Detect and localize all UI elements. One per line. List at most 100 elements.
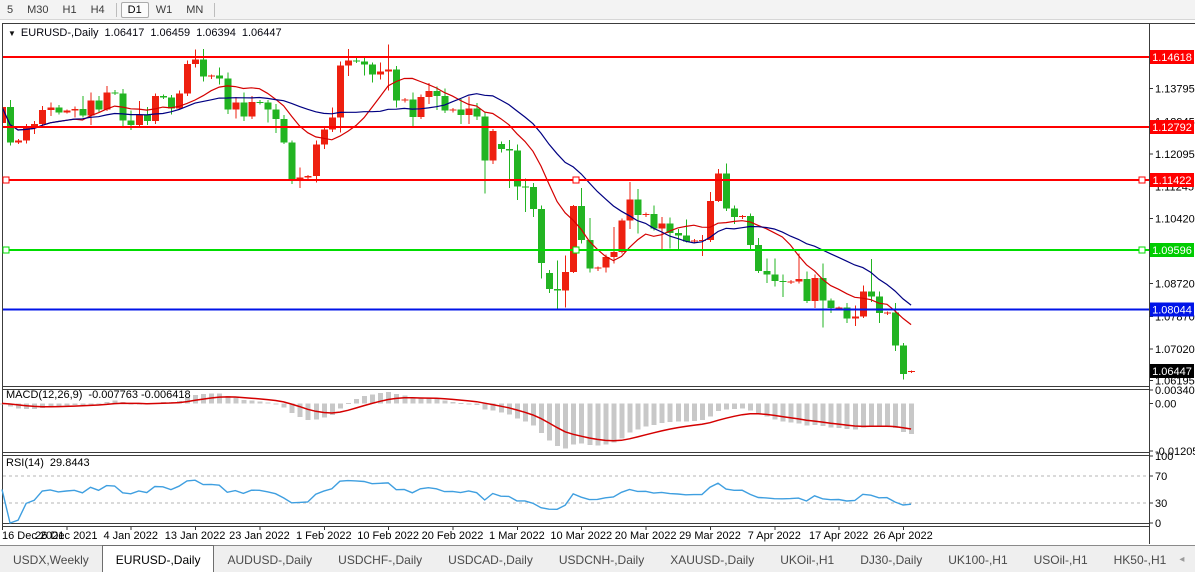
tab-dj30-daily[interactable]: DJ30-,Daily [847,546,935,572]
macd-bar [467,403,472,404]
candle-down [482,117,489,161]
candle-up [602,257,609,267]
candle-down [747,216,754,245]
candle-down [876,297,883,314]
candle-down [55,108,62,113]
macd-bar [354,399,359,404]
candle-up [643,214,650,215]
period-button-W1[interactable]: W1 [149,3,180,17]
macd-bar [56,403,61,406]
ohlc-low: 1.06394 [196,27,236,39]
macd-bar [772,403,777,419]
price-badge-label: 1.14618 [1152,52,1192,64]
level-handle[interactable] [573,177,579,183]
period-button-MN[interactable]: MN [179,3,210,17]
candle-down [522,186,529,187]
candle-up [377,72,384,75]
tab-usdcnh-daily[interactable]: USDCNH-,Daily [546,546,657,572]
candle-down [675,233,682,236]
candle-down [538,209,545,263]
macd-bar [451,402,456,404]
candle-up [618,221,625,252]
macd-bar [434,399,439,403]
tab-usdcad-daily[interactable]: USDCAD-,Daily [435,546,546,572]
macd-bar [611,403,616,442]
tab-uk100-h1[interactable]: UK100-,H1 [935,546,1020,572]
level-handle[interactable] [1139,177,1145,183]
chart-window[interactable]: 1.137951.129451.120951.112451.104201.087… [0,20,1195,545]
candle-up [71,109,78,111]
macd-bar [869,403,874,426]
ohlc-high: 1.06459 [150,27,190,39]
macd-bar [64,403,69,405]
level-handle[interactable] [3,247,9,253]
candle-up [47,108,54,110]
macd-bar [88,403,93,404]
axis-tick-label: 1.13795 [1155,84,1195,96]
date-label: 23 Jan 2022 [229,530,290,542]
candle-down [635,200,642,215]
period-button-M30[interactable]: M30 [20,3,55,17]
trading-terminal: 5M30H1H4 D1W1MN 1.137951.129451.120951.11… [0,0,1195,572]
candle-down [224,79,231,110]
candle-up [707,201,714,240]
period-button-D1[interactable]: D1 [121,2,149,18]
candle-up [87,100,94,115]
candle-down [256,102,263,103]
axis-tick-label: 70 [1155,471,1167,483]
date-label: 10 Feb 2022 [357,530,419,542]
tab-scroll-arrows: ◂▸ [1179,546,1195,572]
tab-usoil-h1[interactable]: USOil-,H1 [1021,546,1101,572]
tab-xauusd-daily[interactable]: XAUUSD-,Daily [657,546,767,572]
period-button-5[interactable]: 5 [0,3,20,17]
candle-down [240,102,247,116]
macd-bar [716,403,721,410]
level-handle[interactable] [3,177,9,183]
candle-up [425,91,432,97]
candle-down [393,69,400,100]
candle-down [160,96,167,97]
macd-bar [676,403,681,421]
candle-up [860,291,867,316]
macd-bar [499,403,504,412]
axis-tick-label: 0 [1155,518,1161,530]
candle-down [369,64,376,74]
macd-bar [386,392,391,403]
candle-down [361,62,368,65]
candle-down [409,99,416,117]
date-label: 26 Apr 2022 [873,530,932,542]
candle-down [723,173,730,208]
candle-down [216,75,223,78]
macd-bar [233,398,238,404]
candle-up [594,267,601,268]
macd-bar [282,403,287,407]
tab-eurusd-daily[interactable]: EURUSD-,Daily [102,545,215,572]
period-button-H1[interactable]: H1 [56,3,84,17]
chart-canvas[interactable]: 1.137951.129451.120951.112451.104201.087… [0,20,1195,545]
candle-up [248,102,255,117]
macd-bar [338,403,343,408]
candle-down [892,312,899,345]
candle-down [353,60,360,61]
candle-up [313,145,320,176]
candle-down [506,149,513,151]
candle-down [96,100,103,109]
candle-up [812,278,819,301]
macd-bar [796,403,801,423]
tab-usdchf-daily[interactable]: USDCHF-,Daily [325,546,435,572]
macd-bar [861,403,866,427]
date-label: 17 Apr 2022 [809,530,868,542]
level-handle[interactable] [573,247,579,253]
tab-ukoil-h1[interactable]: UKOil-,H1 [767,546,847,572]
tab-usdx-weekly[interactable]: USDX,Weekly [0,546,102,572]
tab-audusd-daily[interactable]: AUDUSD-,Daily [214,546,325,572]
symbol-dropdown-icon[interactable]: ▼ [8,29,16,38]
tab-scroll-left-icon[interactable]: ◂ [1179,554,1184,565]
candle-down [458,109,465,115]
candle-up [739,216,746,217]
tab-hk50-h1[interactable]: HK50-,H1 [1101,546,1180,572]
date-label: 20 Feb 2022 [422,530,484,542]
level-handle[interactable] [1139,247,1145,253]
period-button-H4[interactable]: H4 [84,3,112,17]
date-label: 26 Dec 2021 [35,530,97,542]
